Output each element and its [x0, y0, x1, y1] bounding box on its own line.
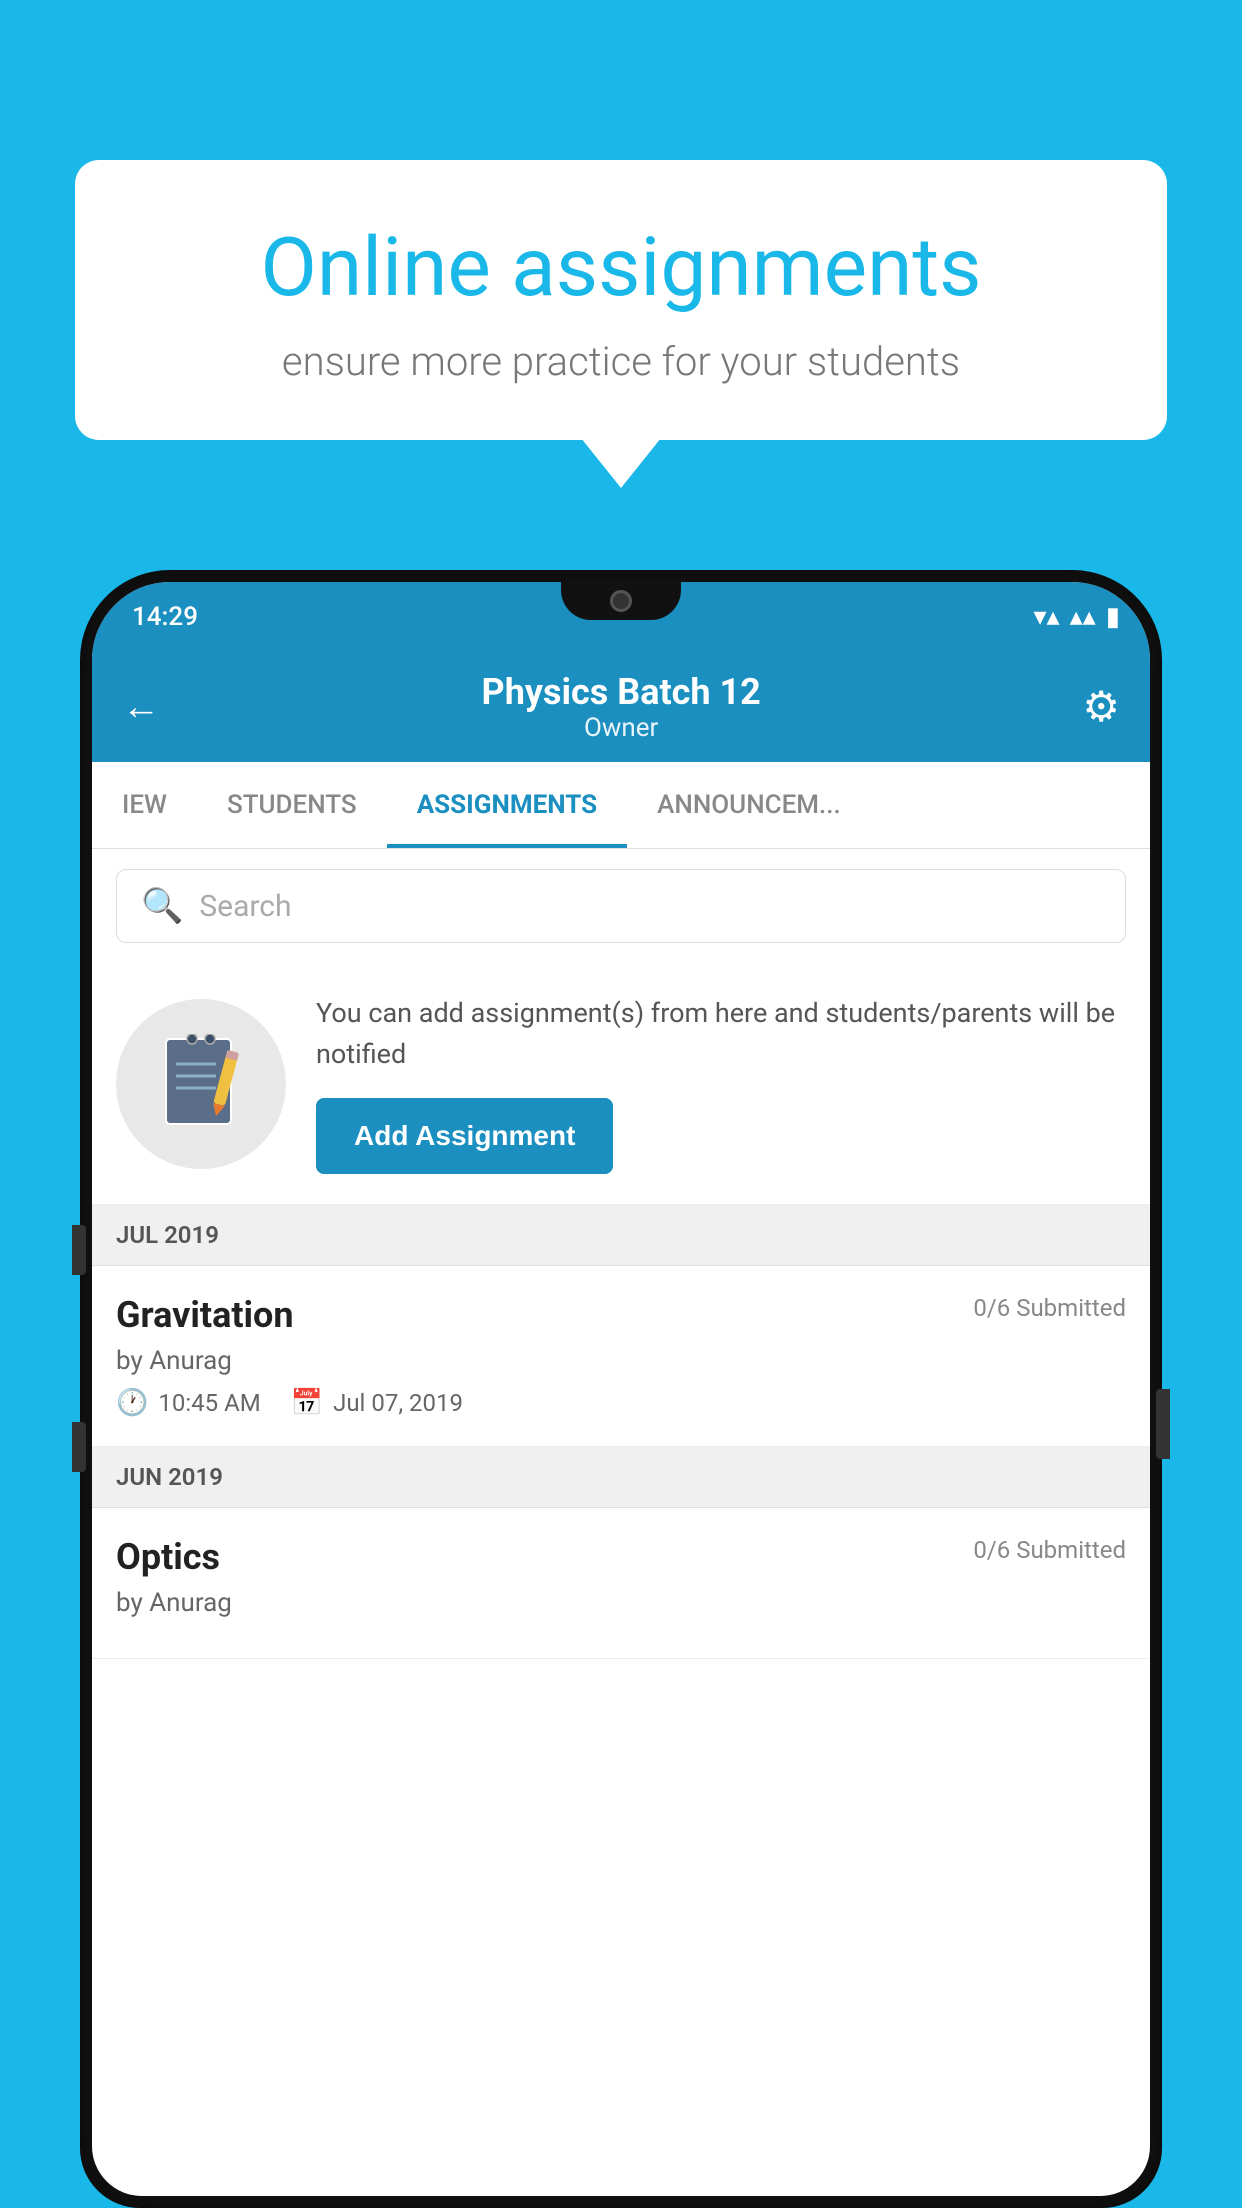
assignment-by: by Anurag: [116, 1346, 1126, 1376]
header-subtitle: Owner: [584, 713, 658, 743]
tab-iew[interactable]: IEW: [92, 762, 197, 848]
tabs-container: IEW STUDENTS ASSIGNMENTS ANNOUNCEM...: [92, 762, 1150, 849]
clock-icon: 🕐: [116, 1388, 148, 1418]
meta-date: 📅 Jul 07, 2019: [291, 1388, 463, 1418]
assignment-submitted-optics: 0/6 Submitted: [973, 1536, 1126, 1564]
status-icons: ▾▴ ▴▴ ▮: [1033, 602, 1120, 632]
add-assignment-button[interactable]: Add Assignment: [316, 1098, 613, 1174]
meta-time: 🕐 10:45 AM: [116, 1388, 261, 1418]
search-bar[interactable]: 🔍 Search: [116, 869, 1126, 943]
power-button: [1156, 1389, 1170, 1459]
header-title: Physics Batch 12: [160, 671, 1082, 713]
tab-assignments[interactable]: ASSIGNMENTS: [387, 762, 627, 848]
promo-content: You can add assignment(s) from here and …: [316, 993, 1126, 1174]
search-placeholder: Search: [199, 889, 291, 924]
assignment-item-gravitation[interactable]: Gravitation 0/6 Submitted by Anurag 🕐 10…: [92, 1266, 1150, 1447]
app-header: ← Physics Batch 12 Owner ⚙: [92, 652, 1150, 762]
speech-bubble-title: Online assignments: [145, 220, 1097, 316]
assignment-meta: 🕐 10:45 AM 📅 Jul 07, 2019: [116, 1388, 1126, 1418]
signal-icon: ▴▴: [1070, 602, 1096, 632]
section-header-jul: JUL 2019: [92, 1205, 1150, 1266]
back-button[interactable]: ←: [122, 685, 160, 729]
volume-up-button: [72, 1225, 86, 1275]
volume-down-button: [72, 1422, 86, 1472]
settings-icon[interactable]: ⚙: [1082, 682, 1120, 732]
speech-bubble: Online assignments ensure more practice …: [75, 160, 1167, 440]
battery-icon: ▮: [1106, 602, 1120, 632]
phone-screen: 14:29 ▾▴ ▴▴ ▮ ← Physics Batch 12 Owner ⚙…: [92, 582, 1150, 2196]
tab-students[interactable]: STUDENTS: [197, 762, 387, 848]
assignment-item-optics[interactable]: Optics 0/6 Submitted by Anurag: [92, 1508, 1150, 1659]
speech-bubble-subtitle: ensure more practice for your students: [145, 338, 1097, 385]
phone-frame: 14:29 ▾▴ ▴▴ ▮ ← Physics Batch 12 Owner ⚙…: [80, 570, 1162, 2208]
notebook-icon: [156, 1034, 246, 1134]
assignment-time: 10:45 AM: [158, 1389, 260, 1417]
section-header-jun: JUN 2019: [92, 1447, 1150, 1508]
search-container: 🔍 Search: [92, 849, 1150, 963]
speech-bubble-container: Online assignments ensure more practice …: [75, 160, 1167, 440]
search-icon: 🔍: [141, 886, 183, 926]
assignment-submitted: 0/6 Submitted: [973, 1294, 1126, 1322]
assignment-title-optics: Optics: [116, 1536, 220, 1578]
promo-text: You can add assignment(s) from here and …: [316, 993, 1126, 1074]
promo-section: You can add assignment(s) from here and …: [92, 963, 1150, 1205]
assignment-title: Gravitation: [116, 1294, 294, 1336]
tab-announcements[interactable]: ANNOUNCEM...: [627, 762, 871, 848]
wifi-icon: ▾▴: [1033, 602, 1059, 632]
assignment-top-optics: Optics 0/6 Submitted: [116, 1536, 1126, 1578]
assignment-date: Jul 07, 2019: [333, 1389, 463, 1417]
header-title-area: Physics Batch 12 Owner: [160, 671, 1082, 743]
assignment-by-optics: by Anurag: [116, 1588, 1126, 1618]
calendar-icon: 📅: [291, 1388, 323, 1418]
assignment-top: Gravitation 0/6 Submitted: [116, 1294, 1126, 1336]
phone-notch: [561, 582, 681, 620]
front-camera: [610, 590, 632, 612]
promo-icon-circle: [116, 999, 286, 1169]
status-time: 14:29: [122, 602, 198, 632]
